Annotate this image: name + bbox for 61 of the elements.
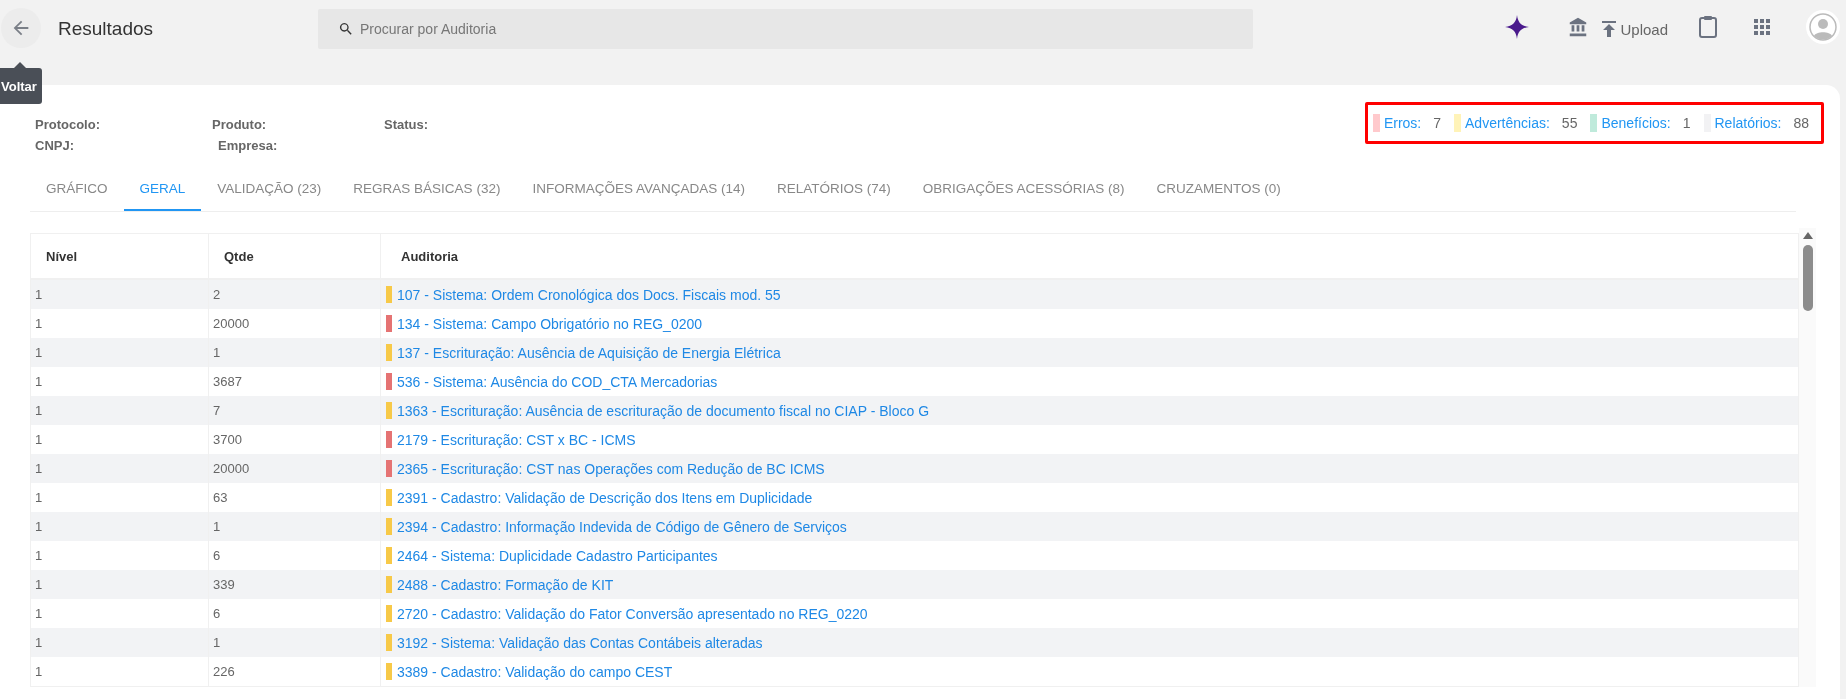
apps-grid-icon[interactable] <box>1754 19 1770 35</box>
table-cell: 1 <box>208 512 381 541</box>
table-cell: 1 <box>30 396 209 425</box>
audit-link[interactable]: 2179 - Escrituração: CST x BC - ICMS <box>397 431 636 448</box>
audit-link[interactable]: 2464 - Sistema: Duplicidade Cadastro Participantes <box>397 547 718 564</box>
tooltip-pointer <box>14 62 26 68</box>
audit-link[interactable]: 3389 - Cadastro: Validação do campo CEST <box>397 663 673 680</box>
tab[interactable]: GERAL <box>123 171 202 211</box>
tab[interactable]: CRUZAMENTOS (0) <box>1140 171 1297 211</box>
audit-link[interactable]: 2488 - Cadastro: Formação de KIT <box>397 576 614 593</box>
field-label: Produto: <box>212 117 268 132</box>
audit-link[interactable]: 2720 - Cadastro: Validação do Fator Conversão apresentado no REG_0220 <box>397 605 868 622</box>
table-cell: 2 <box>208 279 381 309</box>
upload-button[interactable]: Upload <box>1601 20 1668 38</box>
table-cell: 226 <box>208 657 381 687</box>
table-cell: 1 <box>30 628 209 657</box>
field-label: Empresa: <box>218 138 279 153</box>
tab[interactable]: VALIDAÇÃO (23) <box>201 171 338 211</box>
table-cell: 1 <box>30 570 209 599</box>
tab[interactable]: OBRIGAÇÕES ACESSÓRIAS (8) <box>906 171 1141 211</box>
table-cell: 1 <box>208 628 381 657</box>
legend-count: 55 <box>1561 115 1578 131</box>
table-cell: 7 <box>208 396 381 425</box>
audit-link[interactable]: 107 - Sistema: Ordem Cronológica dos Docs. Fiscais mod. 55 <box>397 286 781 303</box>
table-cell: 20000 <box>208 454 381 483</box>
back-button[interactable] <box>1 8 41 48</box>
scrollbar-thumb[interactable] <box>1802 245 1813 311</box>
table-cell: 1 <box>30 657 209 687</box>
clipboard-icon[interactable] <box>1698 15 1718 39</box>
legend-count: 7 <box>1433 115 1442 131</box>
legend-label: Erros: <box>1383 115 1422 131</box>
audit-link[interactable]: 134 - Sistema: Campo Obrigatório no REG_0200 <box>397 315 703 332</box>
scrollbar[interactable] <box>1799 228 1816 687</box>
audit-link[interactable]: 536 - Sistema: Ausência do COD_CTA Mercadorias <box>397 373 718 390</box>
legend-count: 88 <box>1793 115 1809 131</box>
tab[interactable]: REGRAS BÁSICAS (32) <box>337 171 517 211</box>
legend-count: 1 <box>1682 115 1691 131</box>
audit-link[interactable]: 3192 - Sistema: Validação das Contas Contábeis alteradas <box>397 634 763 651</box>
field-label: Status: <box>384 117 430 132</box>
legend-label: Relatórios: <box>1714 115 1782 131</box>
audit-link[interactable]: 137 - Escrituração: Ausência de Aquisição de Energia Elétrica <box>397 344 781 361</box>
field-label: CNPJ: <box>35 138 75 153</box>
tab[interactable]: RELATÓRIOS (74) <box>760 171 907 211</box>
table-cell: 1 <box>30 279 209 309</box>
field-label: Protocolo: <box>35 117 101 132</box>
table-cell: 1 <box>30 338 209 367</box>
tab[interactable]: GRÁFICO <box>30 171 124 211</box>
search-icon <box>338 21 354 37</box>
table-cell: 1 <box>208 338 381 367</box>
legend-label: Advertências: <box>1465 115 1550 131</box>
tab[interactable]: INFORMAÇÕES AVANÇADAS (14) <box>516 171 761 211</box>
audit-link[interactable]: 2394 - Cadastro: Informação Indevida de Código de Gênero de Serviços <box>397 518 847 535</box>
table-cell: 1 <box>30 512 209 541</box>
audit-link[interactable]: 2391 - Cadastro: Validação de Descrição dos Itens em Duplicidade <box>397 489 813 506</box>
legend-label: Benefícios: <box>1601 115 1671 131</box>
scroll-up-icon[interactable] <box>1802 232 1813 239</box>
upload-icon <box>1601 20 1618 38</box>
page-title: Resultados <box>58 18 155 40</box>
audit-link[interactable]: 2365 - Escrituração: CST nas Operações com Redução de BC ICMS <box>397 460 825 477</box>
table-cell: 339 <box>208 570 381 599</box>
table-cell: 1 <box>30 454 209 483</box>
